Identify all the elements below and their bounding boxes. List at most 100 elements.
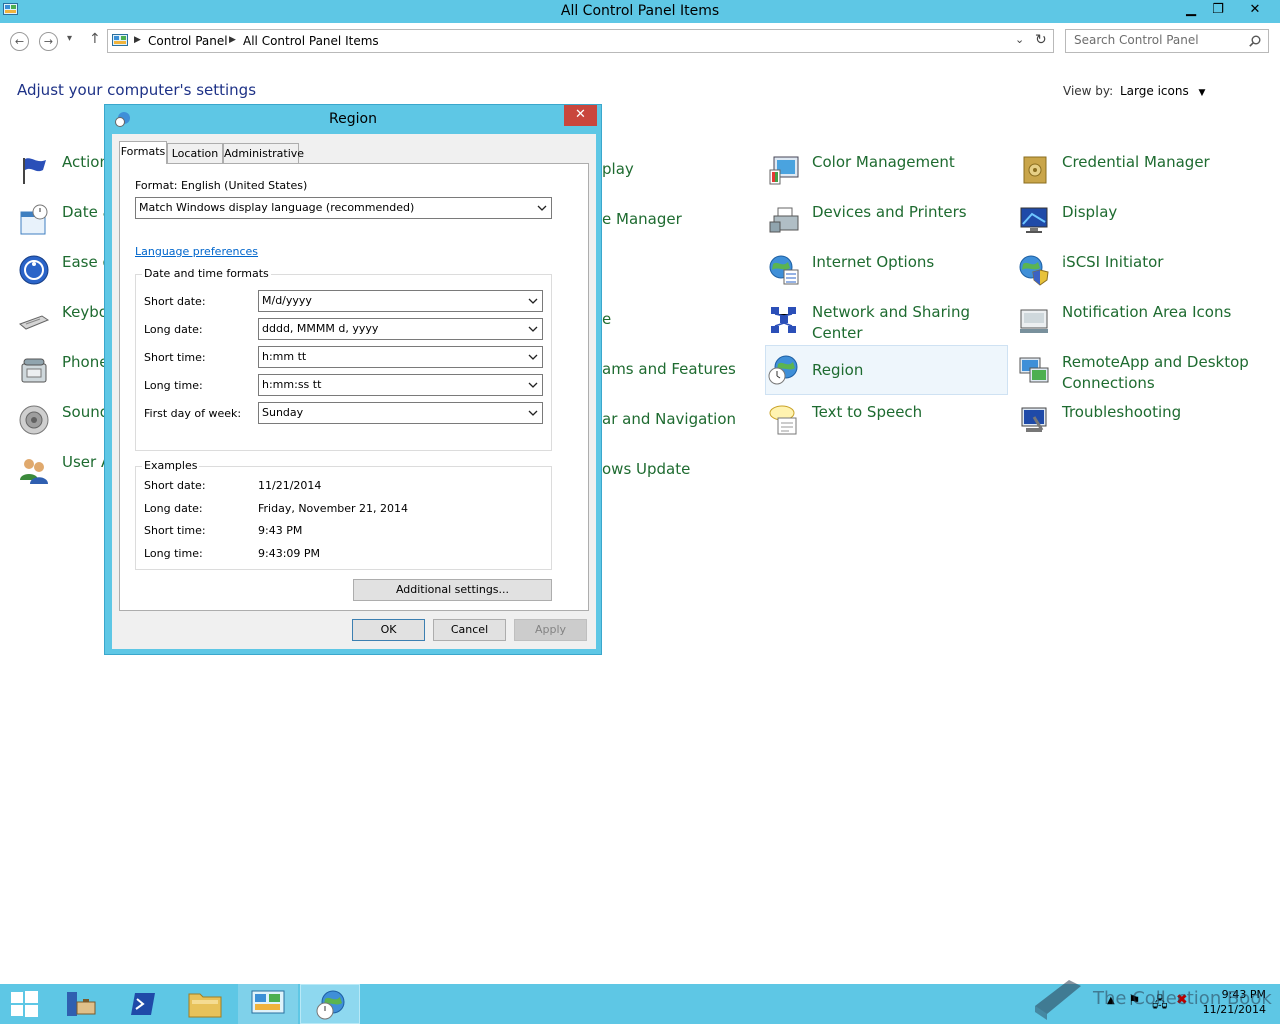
programs-features-label[interactable]: ams and Features bbox=[602, 360, 736, 378]
chevron-down-icon bbox=[537, 205, 547, 211]
taskbar-control-panel[interactable] bbox=[238, 984, 298, 1024]
tab-administrative[interactable]: Administrative bbox=[223, 143, 304, 164]
search-input[interactable] bbox=[1074, 33, 1244, 47]
taskbar-region[interactable] bbox=[300, 984, 360, 1024]
windows-update-label[interactable]: ows Update bbox=[602, 460, 690, 478]
text-to-speech-item[interactable]: Text to Speech bbox=[765, 397, 1007, 443]
refresh-icon[interactable]: ↻ bbox=[1035, 32, 1047, 48]
device-manager-label[interactable]: e Manager bbox=[602, 210, 682, 228]
example-long-date-value: Friday, November 21, 2014 bbox=[258, 502, 409, 515]
additional-settings-button[interactable]: Additional settings... bbox=[353, 579, 552, 601]
example-long-time-label: Long time: bbox=[144, 547, 203, 560]
display-item-label[interactable]: play bbox=[602, 160, 634, 178]
user-accounts-item[interactable]: User A bbox=[15, 447, 111, 493]
ease-of-access-item[interactable]: Ease o bbox=[15, 247, 112, 293]
calendar-clock-icon bbox=[20, 204, 48, 235]
close-button[interactable]: ✕ bbox=[1240, 0, 1270, 20]
format-dropdown-value: Match Windows display language (recommen… bbox=[139, 201, 415, 214]
globe-clock-icon bbox=[316, 990, 345, 1020]
display-label: Display bbox=[1062, 203, 1118, 221]
start-button[interactable] bbox=[0, 984, 50, 1024]
ok-button[interactable]: OK bbox=[352, 619, 425, 641]
book-logo-icon bbox=[1035, 980, 1081, 1020]
chevron-down-icon bbox=[528, 382, 538, 388]
date-time-formats-title: Date and time formats bbox=[142, 267, 271, 280]
taskbar-server-manager[interactable] bbox=[52, 984, 112, 1024]
taskbar-navigation-label[interactable]: ar and Navigation bbox=[602, 410, 736, 428]
tab-location[interactable]: Location bbox=[167, 143, 223, 164]
cancel-button[interactable]: Cancel bbox=[433, 619, 506, 641]
example-short-time-label: Short time: bbox=[144, 524, 206, 537]
region-dialog: Region ✕ Formats Location Administrative… bbox=[104, 104, 602, 655]
apply-button[interactable]: Apply bbox=[514, 619, 587, 641]
format-dropdown[interactable]: Match Windows display language (recommen… bbox=[135, 197, 552, 219]
windows-logo-icon bbox=[11, 991, 38, 1017]
restore-button[interactable]: ❐ bbox=[1205, 0, 1231, 20]
item-label-partial[interactable]: e bbox=[602, 310, 611, 328]
powershell-icon bbox=[131, 993, 155, 1015]
watermark-text: The Collection Book bbox=[1093, 988, 1272, 1009]
view-by-dropdown[interactable]: Large icons ▼ bbox=[1120, 84, 1205, 98]
troubleshooting-item[interactable]: Troubleshooting bbox=[1015, 397, 1265, 443]
page-title: Adjust your computer's settings bbox=[17, 81, 257, 99]
forward-button[interactable]: → bbox=[39, 32, 58, 51]
color-management-item[interactable]: Color Management bbox=[765, 147, 1007, 193]
minimize-button[interactable]: ▁ bbox=[1178, 0, 1204, 20]
devices-printers-item[interactable]: Devices and Printers bbox=[765, 197, 1007, 243]
dialog-close-button[interactable]: ✕ bbox=[564, 105, 597, 126]
display-item[interactable]: Display bbox=[1015, 197, 1265, 243]
notification-icons-icon bbox=[1020, 309, 1048, 333]
remoteapp-connections-item[interactable]: RemoteApp and Desktop Connections bbox=[1015, 347, 1265, 393]
search-icon[interactable] bbox=[1249, 35, 1261, 47]
short-time-dropdown[interactable]: h:mm tt bbox=[258, 346, 543, 368]
phone-modem-item[interactable]: Phone bbox=[15, 347, 109, 393]
remoteapp-label-line1: RemoteApp and Desktop bbox=[1062, 353, 1249, 371]
short-date-dropdown[interactable]: M/d/yyyy bbox=[258, 290, 543, 312]
language-preferences-link[interactable]: Language preferences bbox=[135, 245, 258, 258]
up-button[interactable]: ↑ bbox=[89, 31, 101, 47]
network-sharing-item[interactable]: Network and Sharing Center bbox=[765, 297, 1007, 343]
chevron-right-icon: ▶ bbox=[134, 35, 141, 45]
long-date-dropdown[interactable]: dddd, MMMM d, yyyy bbox=[258, 318, 543, 340]
dialog-body: Formats Location Administrative Format: … bbox=[112, 134, 596, 649]
chevron-down-icon[interactable]: ⌄ bbox=[1015, 33, 1024, 46]
color-management-label: Color Management bbox=[812, 153, 955, 171]
example-long-date-label: Long date: bbox=[144, 502, 203, 515]
first-day-of-week-label: First day of week: bbox=[144, 407, 242, 420]
taskbar-file-explorer[interactable] bbox=[176, 984, 236, 1024]
notification-area-icons-item[interactable]: Notification Area Icons bbox=[1015, 297, 1265, 343]
chevron-down-icon bbox=[528, 298, 538, 304]
remote-desktop-icon bbox=[1019, 357, 1049, 383]
back-button[interactable]: ← bbox=[10, 32, 29, 51]
first-day-of-week-dropdown[interactable]: Sunday bbox=[258, 402, 543, 424]
window-title-bar: All Control Panel Items ▁ ❐ ✕ bbox=[0, 0, 1280, 23]
long-time-dropdown[interactable]: h:mm:ss tt bbox=[258, 374, 543, 396]
example-short-date-value: 11/21/2014 bbox=[258, 479, 322, 492]
taskbar-powershell[interactable] bbox=[114, 984, 174, 1024]
example-long-time-value: 9:43:09 PM bbox=[258, 547, 321, 560]
iscsi-initiator-item[interactable]: iSCSI Initiator bbox=[1015, 247, 1265, 293]
date-time-item[interactable]: Date a bbox=[15, 197, 112, 243]
caret-down-icon: ▼ bbox=[1198, 88, 1206, 98]
notification-area-icons-label: Notification Area Icons bbox=[1062, 303, 1232, 321]
region-item[interactable]: Region bbox=[765, 345, 1008, 395]
chevron-right-icon[interactable]: ▶ bbox=[229, 35, 236, 45]
devices-printers-label: Devices and Printers bbox=[812, 203, 967, 221]
breadcrumb-all-items[interactable]: All Control Panel Items bbox=[243, 34, 379, 48]
breadcrumb-control-panel[interactable]: Control Panel bbox=[148, 34, 228, 48]
internet-options-item[interactable]: Internet Options bbox=[765, 247, 1007, 293]
keyboard-item[interactable]: Keybo bbox=[15, 297, 108, 343]
credential-manager-item[interactable]: Credential Manager bbox=[1015, 147, 1265, 193]
keyboard-icon bbox=[19, 315, 50, 330]
recent-locations-button[interactable]: ▾ bbox=[67, 33, 72, 44]
action-center-item[interactable]: Action bbox=[15, 147, 109, 193]
speaker-icon bbox=[19, 405, 49, 435]
search-box[interactable] bbox=[1065, 29, 1269, 53]
tab-formats[interactable]: Formats bbox=[119, 141, 167, 164]
ease-of-access-icon bbox=[19, 255, 49, 285]
sound-item[interactable]: Sound bbox=[15, 397, 109, 443]
address-bar[interactable]: ▶ Control Panel ▶ All Control Panel Item… bbox=[107, 29, 1054, 53]
phone-modem-label: Phone bbox=[62, 353, 109, 371]
troubleshooting-icon bbox=[1021, 407, 1047, 432]
dialog-title: Region bbox=[329, 111, 377, 127]
